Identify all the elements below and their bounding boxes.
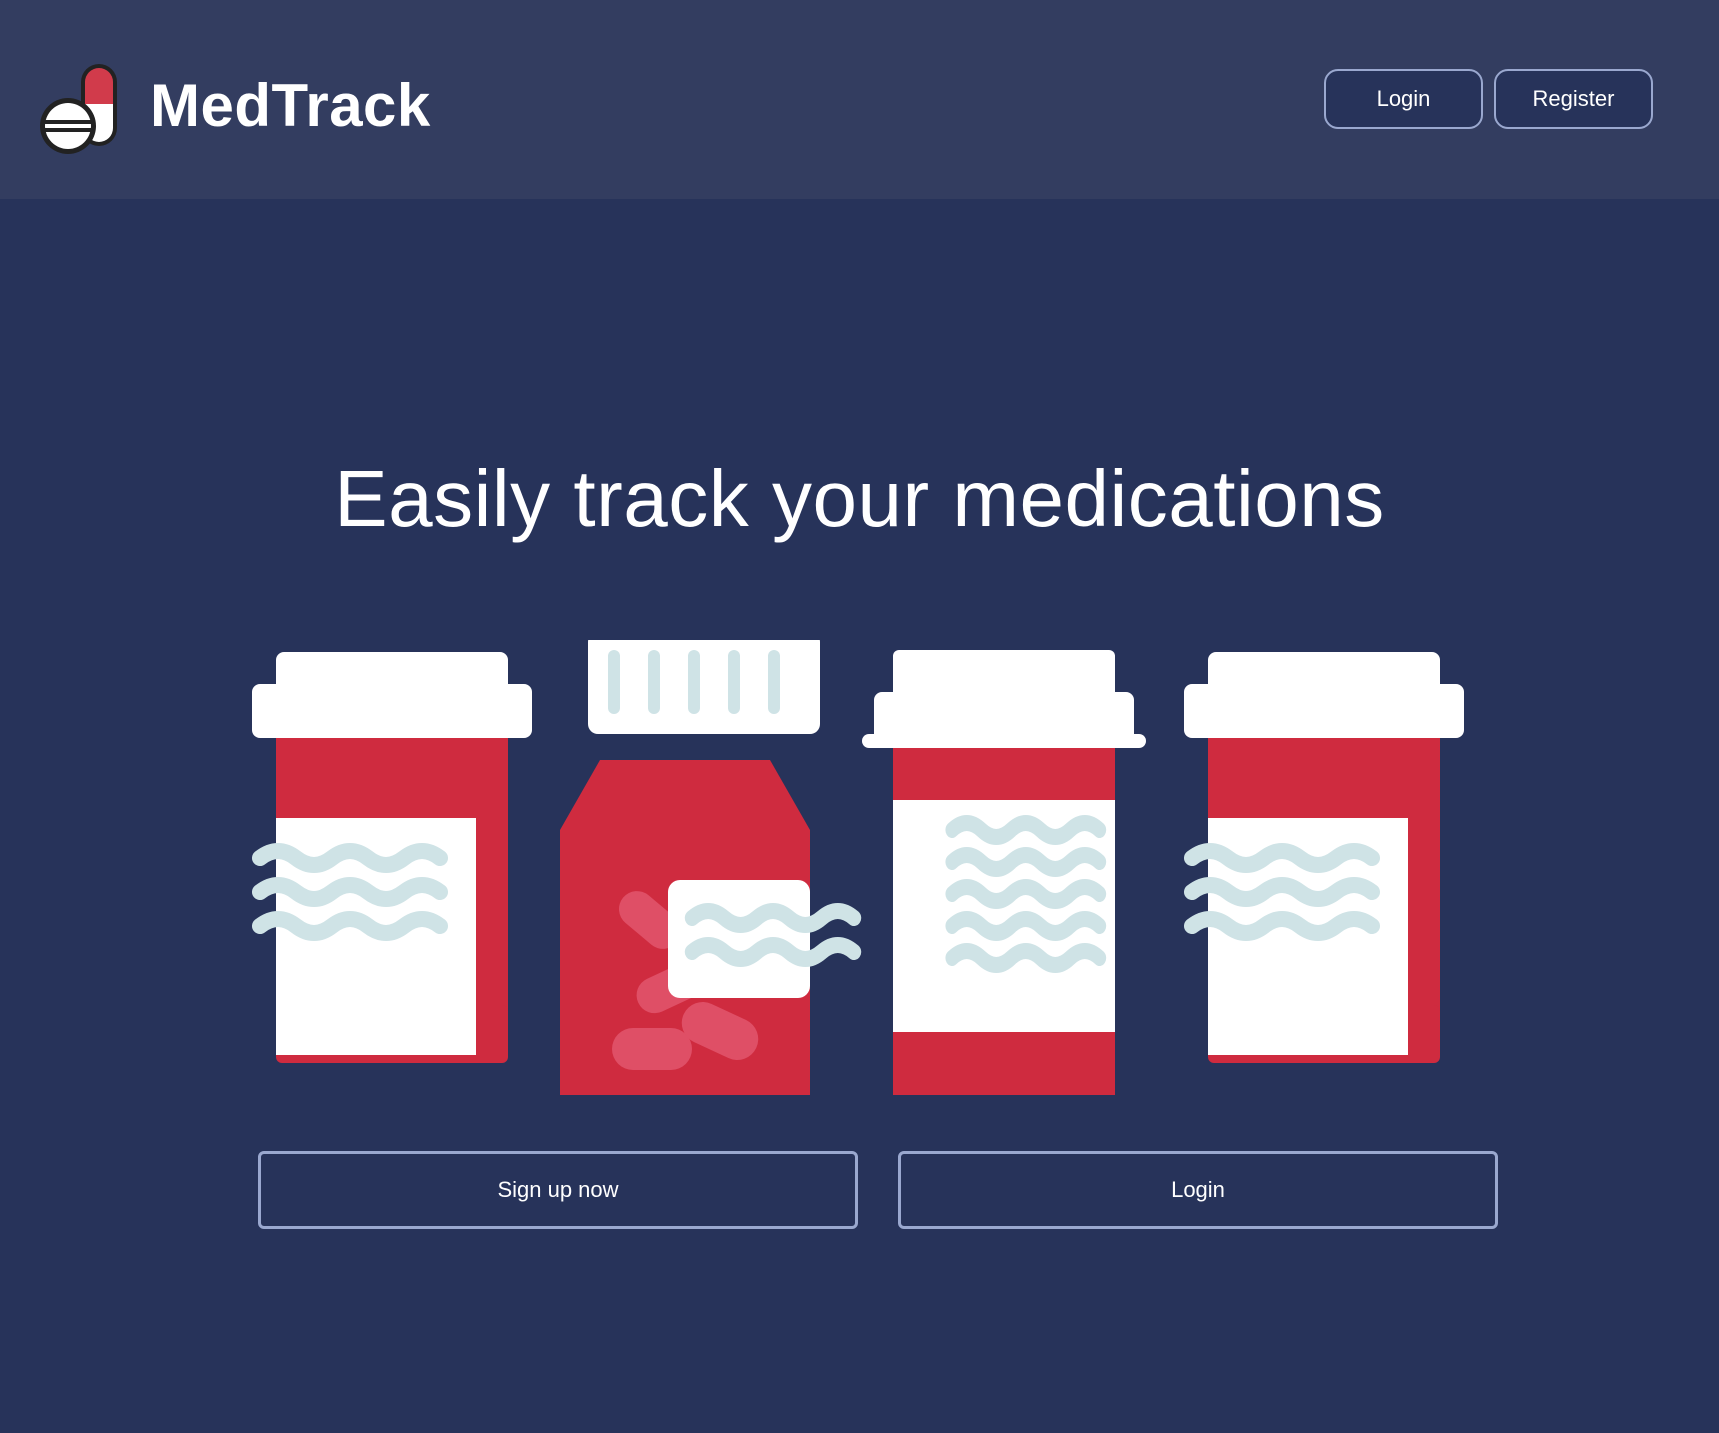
top-navigation-bar: MedTrack Login Register [0, 0, 1719, 199]
medicine-bottles-illustration-icon [252, 640, 1464, 1095]
hero-title: Easily track your medications [334, 454, 1385, 543]
brand-name: MedTrack [150, 72, 431, 139]
bottle-2 [560, 640, 854, 1095]
bottle-3 [862, 650, 1146, 1095]
login-button[interactable]: Login [898, 1151, 1498, 1229]
bottle-4 [1184, 652, 1464, 1063]
header-login-button[interactable]: Login [1324, 69, 1483, 129]
brand[interactable]: MedTrack [38, 58, 431, 154]
bottle-1 [252, 652, 532, 1063]
header-register-button[interactable]: Register [1494, 69, 1653, 129]
pill-capsule-logo-icon [40, 64, 117, 154]
signup-button[interactable]: Sign up now [258, 1151, 858, 1229]
